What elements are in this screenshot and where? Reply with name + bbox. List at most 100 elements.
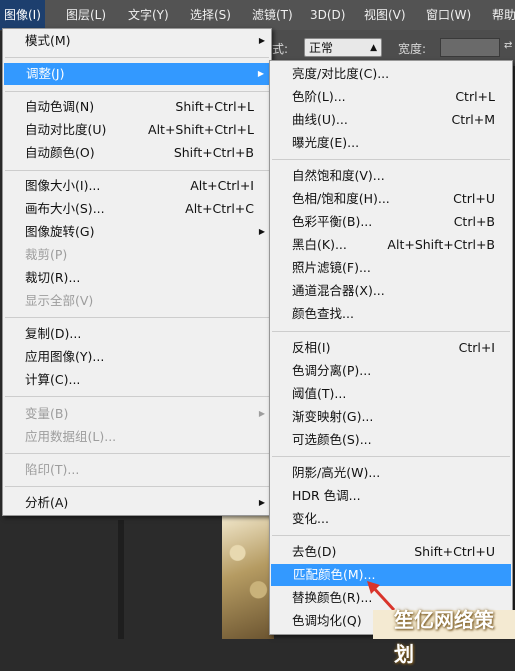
menu-item-label: 通道混合器(X)... — [292, 283, 385, 298]
menu-image[interactable]: 图像(I) — [0, 0, 45, 30]
menu-item-label: 自动颜色(O) — [25, 145, 95, 160]
menu-select[interactable]: 选择(S) — [186, 0, 235, 30]
menu-item-shortcut: Ctrl+U — [453, 191, 495, 206]
image-menu-dropdown: 模式(M) ▶ 调整(J) ▶ 自动色调(N) Shift+Ctrl+L 自动对… — [2, 28, 272, 516]
menu-item-apply-data-set[interactable]: 应用数据组(L)... — [3, 426, 271, 448]
menu-item-apply-image[interactable]: 应用图像(Y)... — [3, 346, 271, 368]
menu-item-color-lookup[interactable]: 颜色查找... — [270, 303, 512, 325]
menu-item-shadows-highlights[interactable]: 阴影/高光(W)... — [270, 462, 512, 484]
menu-item-label: 分析(A) — [25, 495, 69, 510]
menu-item-label: 色调分离(P)... — [292, 363, 372, 378]
menu-item-trap[interactable]: 陷印(T)... — [3, 459, 271, 481]
menu-item-selective-color[interactable]: 可选颜色(S)... — [270, 429, 512, 451]
adjustments-submenu: 亮度/对比度(C)... 色阶(L)... Ctrl+L 曲线(U)... Ct… — [269, 60, 513, 635]
menu-item-label: 色阶(L)... — [292, 89, 346, 104]
menu-item-black-white[interactable]: 黑白(K)... Alt+Shift+Ctrl+B — [270, 234, 512, 256]
menu-item-label: 变量(B) — [25, 406, 69, 421]
menu-item-label: 去色(D) — [292, 544, 337, 559]
submenu-arrow-icon: ▶ — [258, 227, 265, 236]
menu-item-auto-color[interactable]: 自动颜色(O) Shift+Ctrl+B — [3, 142, 271, 164]
width-label: 宽度: — [398, 42, 427, 56]
menu-item-levels[interactable]: 色阶(L)... Ctrl+L — [270, 86, 512, 108]
menu-item-invert[interactable]: 反相(I) Ctrl+I — [270, 337, 512, 359]
menu-item-shortcut: Alt+Shift+Ctrl+B — [387, 237, 495, 252]
menu-item-label: 替换颜色(R)... — [292, 590, 373, 605]
menu-item-shortcut: Shift+Ctrl+L — [175, 99, 254, 114]
menu-layer[interactable]: 图层(L) — [62, 0, 110, 30]
menu-separator — [5, 91, 269, 92]
menu-item-label: 画布大小(S)... — [25, 201, 105, 216]
menu-item-label: 计算(C)... — [25, 372, 81, 387]
menu-item-adjustments[interactable]: 调整(J) ▶ — [4, 63, 270, 85]
menu-filter[interactable]: 滤镜(T) — [248, 0, 297, 30]
menu-separator — [272, 331, 510, 332]
menu-separator — [5, 57, 269, 58]
menu-item-label: 复制(D)... — [25, 326, 82, 341]
menu-item-variations[interactable]: 变化... — [270, 508, 512, 530]
menu-item-shortcut: Alt+Ctrl+I — [190, 178, 254, 193]
menu-item-channel-mixer[interactable]: 通道混合器(X)... — [270, 280, 512, 302]
width-field[interactable] — [440, 38, 500, 57]
menu-item-crop[interactable]: 裁剪(P) — [3, 244, 271, 266]
menu-window[interactable]: 窗口(W) — [422, 0, 475, 30]
menu-item-mode[interactable]: 模式(M) ▶ — [3, 30, 271, 52]
menu-item-label: 变化... — [292, 511, 329, 526]
menu-item-duplicate[interactable]: 复制(D)... — [3, 323, 271, 345]
menu-item-hue-saturation[interactable]: 色相/饱和度(H)... Ctrl+U — [270, 188, 512, 210]
menu-view[interactable]: 视图(V) — [360, 0, 410, 30]
canvas-divider — [118, 520, 124, 639]
menu-item-auto-tone[interactable]: 自动色调(N) Shift+Ctrl+L — [3, 96, 271, 118]
watermark: 笙亿网络策划 — [394, 608, 494, 666]
menu-item-label: 颜色查找... — [292, 306, 354, 321]
menu-separator — [5, 170, 269, 171]
menu-help[interactable]: 帮助 — [488, 0, 515, 30]
menu-item-label: 裁剪(P) — [25, 247, 68, 262]
menu-item-label: 裁切(R)... — [25, 270, 81, 285]
submenu-arrow-icon: ▶ — [258, 409, 265, 418]
menu-separator — [272, 456, 510, 457]
menu-item-canvas-size[interactable]: 画布大小(S)... Alt+Ctrl+C — [3, 198, 271, 220]
menu-item-threshold[interactable]: 阈值(T)... — [270, 383, 512, 405]
menu-item-posterize[interactable]: 色调分离(P)... — [270, 360, 512, 382]
menu-item-label: 调整(J) — [26, 66, 65, 81]
menu-item-color-balance[interactable]: 色彩平衡(B)... Ctrl+B — [270, 211, 512, 233]
menu-item-curves[interactable]: 曲线(U)... Ctrl+M — [270, 109, 512, 131]
menu-item-label: 自动对比度(U) — [25, 122, 107, 137]
menu-item-label: HDR 色调... — [292, 488, 361, 503]
menu-item-label: 曲线(U)... — [292, 112, 348, 127]
style-select[interactable]: 正常 ▲ — [304, 38, 382, 57]
menu-item-shortcut: Alt+Shift+Ctrl+L — [148, 122, 254, 137]
submenu-arrow-icon: ▶ — [258, 498, 265, 507]
menu-3d[interactable]: 3D(D) — [306, 0, 349, 30]
menubar: 图像(I) 图层(L) 文字(Y) 选择(S) 滤镜(T) 3D(D) 视图(V… — [0, 0, 515, 31]
menu-item-label: 渐变映射(G)... — [292, 409, 374, 424]
menu-item-variables[interactable]: 变量(B) ▶ — [3, 403, 271, 425]
menu-item-shortcut: Ctrl+M — [451, 112, 496, 127]
menu-item-analysis[interactable]: 分析(A) ▶ — [3, 492, 271, 514]
menu-separator — [5, 317, 269, 318]
menu-item-exposure[interactable]: 曝光度(E)... — [270, 132, 512, 154]
menu-item-shortcut: Shift+Ctrl+U — [414, 544, 495, 559]
menu-item-label: 反相(I) — [292, 340, 331, 355]
menu-item-shortcut: Ctrl+B — [453, 214, 495, 229]
menu-separator — [272, 535, 510, 536]
menu-separator — [5, 453, 269, 454]
menu-item-desaturate[interactable]: 去色(D) Shift+Ctrl+U — [270, 541, 512, 563]
menu-item-label: 应用数据组(L)... — [25, 429, 117, 444]
menu-type[interactable]: 文字(Y) — [124, 0, 173, 30]
menu-item-image-size[interactable]: 图像大小(I)... Alt+Ctrl+I — [3, 175, 271, 197]
menu-item-trim[interactable]: 裁切(R)... — [3, 267, 271, 289]
swap-icon[interactable]: ⇄ — [504, 40, 512, 51]
style-label: 式: — [272, 42, 289, 56]
menu-item-gradient-map[interactable]: 渐变映射(G)... — [270, 406, 512, 428]
menu-item-reveal-all[interactable]: 显示全部(V) — [3, 290, 271, 312]
menu-item-label: 可选颜色(S)... — [292, 432, 372, 447]
menu-item-brightness-contrast[interactable]: 亮度/对比度(C)... — [270, 63, 512, 85]
menu-item-hdr-toning[interactable]: HDR 色调... — [270, 485, 512, 507]
menu-item-vibrance[interactable]: 自然饱和度(V)... — [270, 165, 512, 187]
menu-item-calculations[interactable]: 计算(C)... — [3, 369, 271, 391]
menu-item-auto-contrast[interactable]: 自动对比度(U) Alt+Shift+Ctrl+L — [3, 119, 271, 141]
menu-item-photo-filter[interactable]: 照片滤镜(F)... — [270, 257, 512, 279]
menu-item-image-rotation[interactable]: 图像旋转(G) ▶ — [3, 221, 271, 243]
menu-item-label: 阈值(T)... — [292, 386, 347, 401]
